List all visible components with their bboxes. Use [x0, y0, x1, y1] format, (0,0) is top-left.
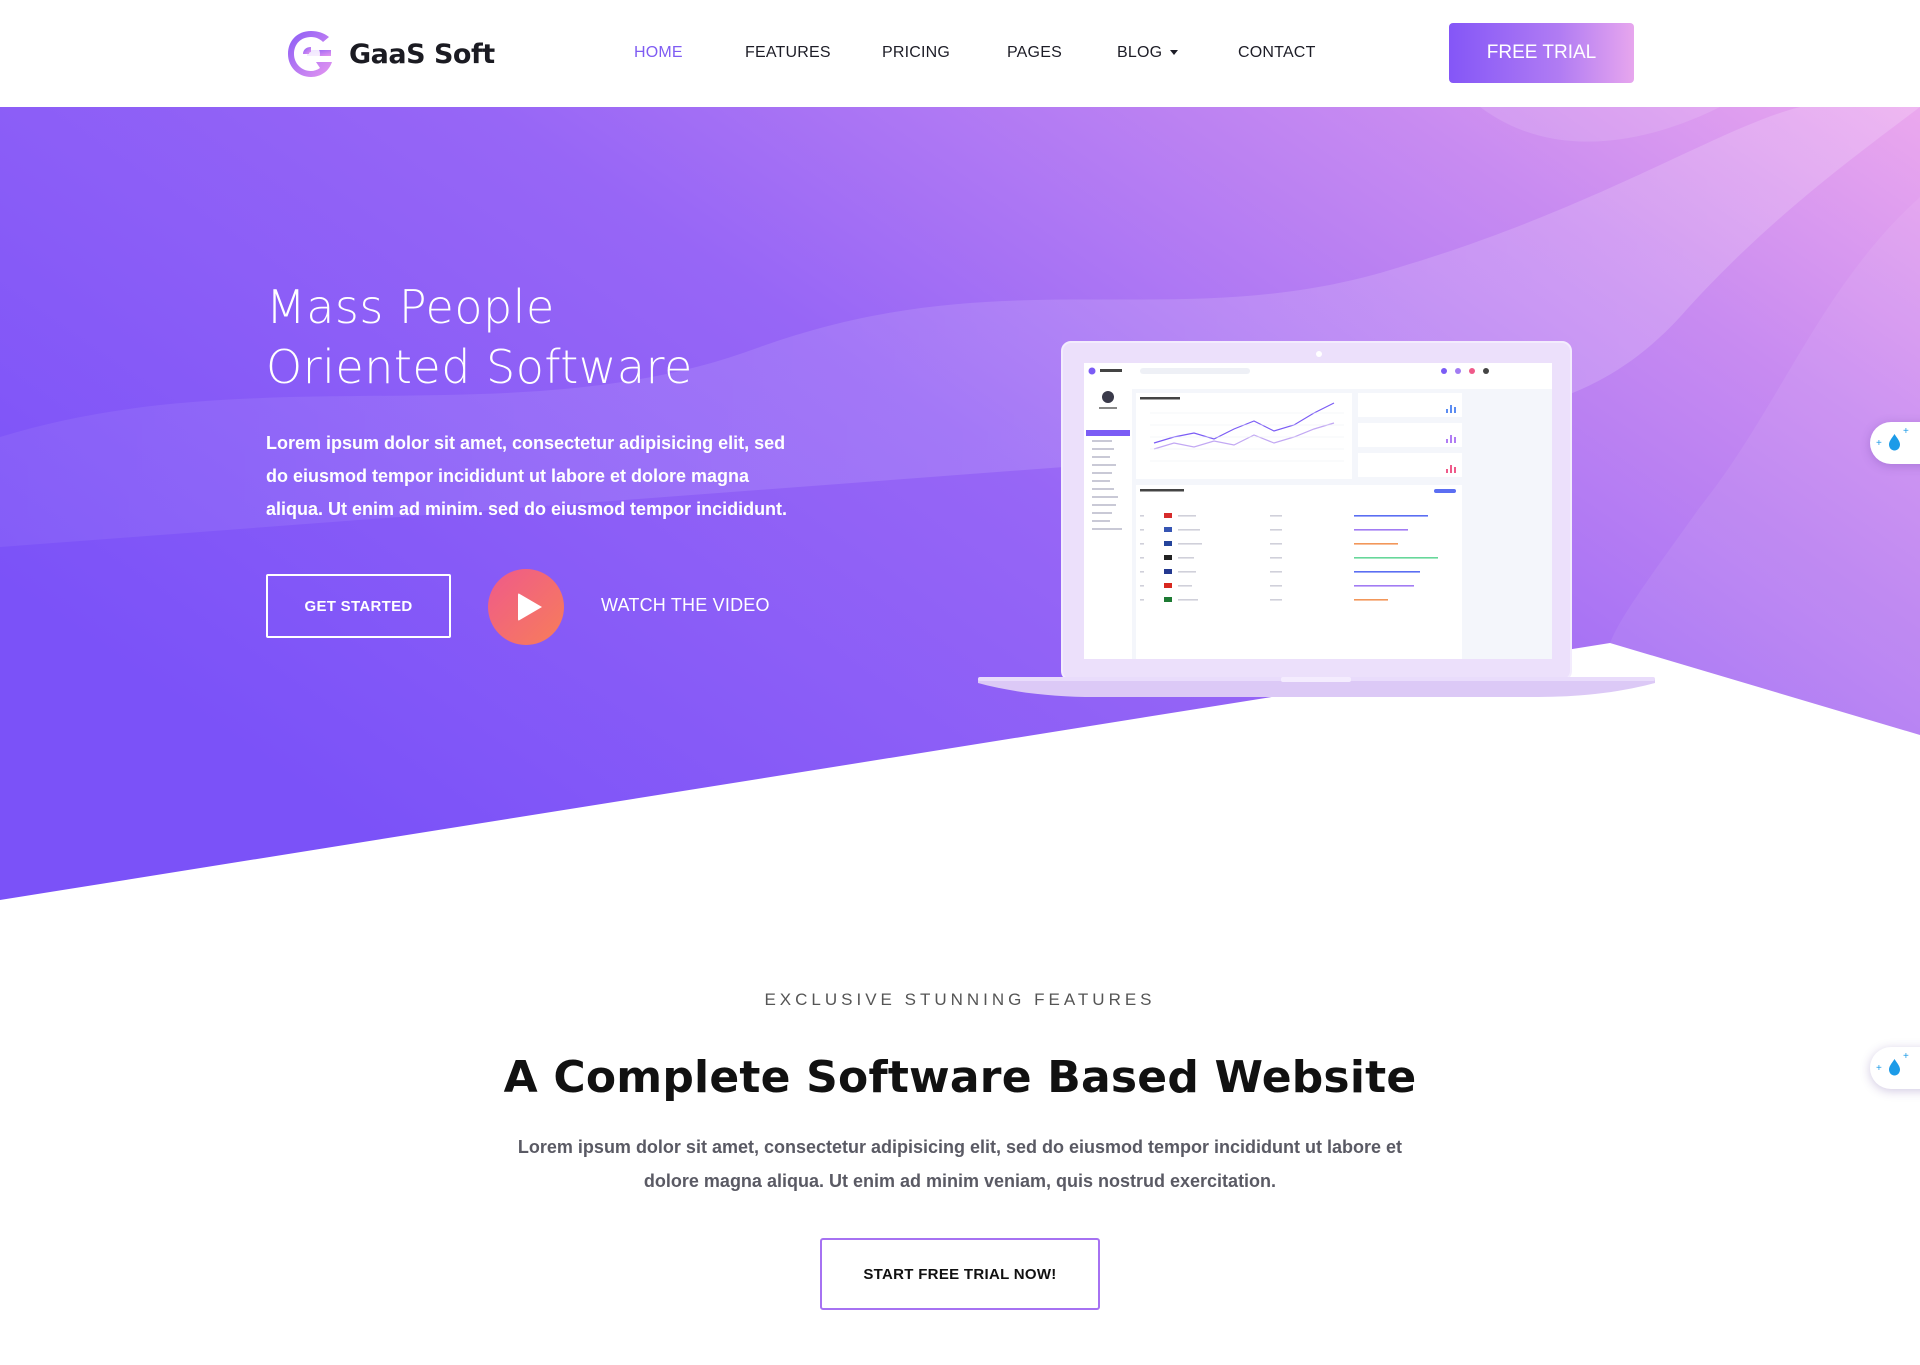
camera-dot	[1316, 351, 1322, 357]
nav-home[interactable]: HOME	[634, 44, 683, 62]
site-header: GaaS Soft HOME FEATURES PRICING PAGES BL…	[0, 0, 1920, 107]
nav-features[interactable]: FEATURES	[745, 44, 831, 62]
sparkle-icon: +	[1876, 1063, 1882, 1074]
sparkle-icon: +	[1876, 438, 1882, 449]
nav-contact[interactable]: CONTACT	[1238, 44, 1316, 62]
free-trial-button[interactable]: FREE TRIAL	[1449, 23, 1634, 83]
hero-title: Mass People Oriented Software	[266, 277, 693, 397]
get-started-button[interactable]: GET STARTED	[266, 574, 451, 638]
hero-section: Mass People Oriented Software Lorem ipsu…	[0, 107, 1920, 907]
sparkle-icon: +	[1903, 1051, 1909, 1062]
nav-pages[interactable]: PAGES	[1007, 44, 1062, 62]
features-tagline: EXCLUSIVE STUNNING FEATURES	[764, 990, 1156, 1009]
dashboard-screenshot	[1084, 363, 1552, 659]
side-widget-top[interactable]: + +	[1870, 422, 1920, 464]
features-description: Lorem ipsum dolor sit amet, consectetur …	[517, 1137, 1403, 1191]
hero-title-line2: Oriented Software	[266, 340, 693, 394]
start-free-trial-button[interactable]: START FREE TRIAL NOW!	[820, 1238, 1100, 1310]
sparkle-icon: +	[1903, 426, 1909, 437]
play-video-button[interactable]	[488, 569, 564, 645]
water-drop-sparkle-icon	[1889, 434, 1900, 451]
laptop-base	[978, 677, 1655, 697]
laptop-screen-frame	[1061, 341, 1572, 681]
water-drop-sparkle-icon	[1889, 1059, 1900, 1076]
side-widget-bottom[interactable]: + +	[1870, 1047, 1920, 1089]
watch-video-link[interactable]: WATCH THE VIDEO	[601, 595, 770, 616]
chevron-down-icon	[1170, 50, 1179, 56]
nav-blog[interactable]: BLOG	[1117, 44, 1179, 62]
nav-pricing[interactable]: PRICING	[882, 44, 950, 62]
hero-title-line1: Mass People	[266, 280, 555, 334]
hero-description: Lorem ipsum dolor sit amet, consectetur …	[266, 433, 788, 519]
features-title: A Complete Software Based Website	[503, 1052, 1417, 1103]
dashboard-preview-image	[1084, 363, 1552, 659]
nav-blog-label: BLOG	[1117, 44, 1163, 61]
